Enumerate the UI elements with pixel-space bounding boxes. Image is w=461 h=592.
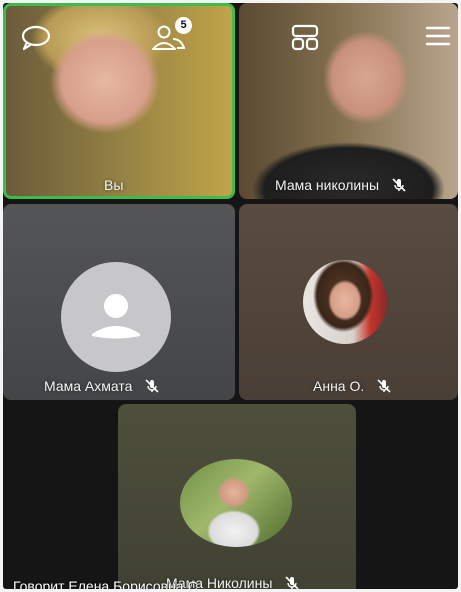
participant-tile-anna[interactable]: Анна О.	[239, 204, 458, 400]
menu-icon[interactable]	[425, 25, 451, 47]
participant-name-text: Мама Ахмата	[44, 378, 133, 394]
mic-off-icon	[377, 379, 391, 393]
mic-off-icon	[392, 178, 406, 192]
participant-name-mama-nikoliny: Мама николины	[275, 177, 407, 193]
mic-off-icon	[285, 576, 299, 589]
default-user-icon	[92, 294, 140, 339]
participant-name-anna: Анна О.	[313, 378, 392, 394]
participant-tile-mama-akhmata[interactable]: Мама Ахмата	[3, 204, 235, 400]
current-speaker-status: Говорит Елена Борисовна С.	[13, 578, 202, 589]
avatar-photo-anna	[303, 260, 387, 344]
participant-tile-mama-nikoliny-2[interactable]: Мама Николины	[118, 404, 356, 589]
mic-off-icon	[145, 379, 159, 393]
participant-name-text: Анна О.	[313, 378, 365, 394]
chat-bubble-icon[interactable]	[19, 25, 53, 51]
participant-name-mama-akhmata: Мама Ахмата	[44, 378, 160, 394]
participants-button[interactable]: 5	[151, 17, 195, 51]
layout-grid-icon[interactable]	[290, 23, 320, 51]
participant-name-text: Мама николины	[275, 177, 380, 193]
participants-count-badge: 5	[175, 17, 192, 34]
avatar-photo	[180, 459, 292, 547]
video-call-screen: Вы Мама николины Мама Ахмата Анна О. Мам…	[3, 3, 458, 589]
default-avatar	[61, 262, 171, 372]
participant-name-you: Вы	[104, 177, 124, 193]
